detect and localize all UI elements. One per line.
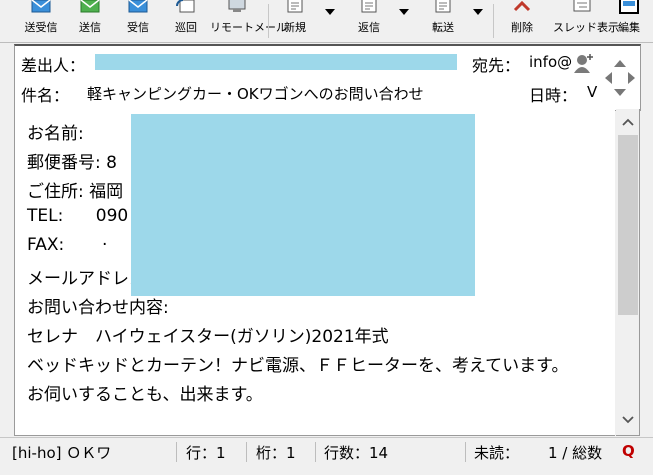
patrol-button[interactable]: 巡回 bbox=[166, 0, 206, 42]
status-bar: [hi-ho] ＯＫワ 行：1 桁：1 行数：14 未読： 1 / 総数 Q bbox=[0, 437, 653, 475]
scroll-up-icon[interactable] bbox=[621, 117, 635, 127]
send-label: 送信 bbox=[79, 21, 101, 34]
send-button[interactable]: 送信 bbox=[70, 0, 110, 42]
new-mail-label: 新規 bbox=[284, 21, 306, 34]
remote-mail-label: リモートメール bbox=[210, 21, 287, 34]
status-row: 行：1 bbox=[186, 444, 226, 462]
thread-view-icon bbox=[573, 0, 591, 12]
status-separator bbox=[465, 442, 466, 462]
status-separator bbox=[176, 442, 177, 462]
status-count: 1 / 総数 bbox=[548, 444, 603, 462]
delete-label: 削除 bbox=[511, 21, 533, 34]
edit-icon bbox=[619, 0, 639, 14]
body-line: ご住所: 福岡 bbox=[27, 182, 124, 202]
delete-icon bbox=[513, 0, 531, 12]
scroll-down-icon[interactable] bbox=[621, 415, 635, 425]
patrol-icon bbox=[176, 0, 195, 13]
message-header: 差出人： 宛先： info@ 件名： 軽キャンピングカー・OKワゴンへのお問い合… bbox=[14, 44, 641, 111]
delete-button[interactable]: 削除 bbox=[502, 0, 542, 42]
new-mail-dropdown-icon[interactable] bbox=[325, 9, 335, 15]
send-receive-icon bbox=[31, 0, 51, 13]
message-nav-arrows-icon[interactable] bbox=[603, 58, 637, 98]
send-receive-button[interactable]: 送受信 bbox=[18, 0, 64, 42]
forward-dropdown-icon[interactable] bbox=[473, 9, 483, 15]
status-separator bbox=[315, 442, 316, 462]
toolbar: 送受信 送信 受信 巡回 リモートメール 新規 返信 転送 削除 スレッド表示 … bbox=[0, 0, 653, 43]
q-logo-icon: Q bbox=[622, 442, 635, 460]
remote-mail-button[interactable]: リモートメール bbox=[210, 0, 287, 42]
edit-button[interactable]: 編集 bbox=[612, 0, 646, 42]
scrollbar-thumb[interactable] bbox=[618, 135, 638, 315]
receive-icon bbox=[128, 0, 148, 13]
new-mail-button[interactable]: 新規 bbox=[274, 0, 316, 42]
body-line: お問い合わせ内容: bbox=[27, 298, 169, 318]
redacted-personal-info bbox=[131, 114, 475, 296]
date-label: 日時： bbox=[529, 86, 578, 105]
forward-label: 転送 bbox=[432, 21, 454, 34]
edit-label: 編集 bbox=[618, 21, 640, 34]
reply-label: 返信 bbox=[358, 21, 380, 34]
from-label: 差出人： bbox=[21, 56, 86, 75]
message-body[interactable]: お名前: 郵便番号: 8 ご住所: 福岡 TEL: 090 FAX: · メール… bbox=[14, 109, 615, 436]
status-line-count: 行数：14 bbox=[324, 444, 389, 462]
body-line: お名前: bbox=[27, 124, 84, 144]
patrol-label: 巡回 bbox=[175, 21, 197, 34]
forward-icon bbox=[435, 0, 451, 13]
date-value: V bbox=[587, 83, 598, 101]
subject-value: 軽キャンピングカー・OKワゴンへのお問い合わせ bbox=[87, 85, 424, 103]
redacted-sender bbox=[95, 54, 457, 70]
forward-button[interactable]: 転送 bbox=[422, 0, 464, 42]
body-line: 郵便番号: 8 bbox=[27, 153, 117, 173]
reply-dropdown-icon[interactable] bbox=[399, 9, 409, 15]
body-line: お伺いすることも、出来ます。 bbox=[27, 385, 263, 405]
remote-mail-icon bbox=[228, 0, 246, 12]
receive-button[interactable]: 受信 bbox=[118, 0, 158, 42]
status-separator bbox=[246, 442, 247, 462]
receive-label: 受信 bbox=[127, 21, 149, 34]
reply-icon bbox=[361, 0, 377, 13]
status-col: 桁：1 bbox=[256, 444, 296, 462]
reply-button[interactable]: 返信 bbox=[348, 0, 390, 42]
send-receive-label: 送受信 bbox=[24, 21, 58, 34]
toolbar-separator bbox=[493, 4, 494, 38]
body-line: FAX: · bbox=[27, 235, 108, 255]
address-book-icon[interactable] bbox=[573, 52, 595, 74]
thread-view-button[interactable]: スレッド表示 bbox=[553, 0, 619, 42]
status-account: [hi-ho] ＯＫワ bbox=[12, 444, 112, 462]
thread-view-label: スレッド表示 bbox=[553, 21, 619, 34]
to-value: info@ bbox=[529, 53, 573, 71]
status-unread: 未読： bbox=[474, 444, 520, 462]
subject-label: 件名： bbox=[21, 86, 70, 105]
to-label: 宛先： bbox=[472, 56, 521, 75]
vertical-scrollbar[interactable] bbox=[616, 109, 640, 436]
new-mail-icon bbox=[287, 0, 303, 13]
body-line: ベッドキッドとカーテン！ナビ電源、ＦＦヒーターを、考えています。 bbox=[27, 356, 569, 376]
toolbar-separator bbox=[268, 4, 269, 38]
body-line: メールアドレス bbox=[27, 269, 146, 289]
body-line: セレナ ハイウェイスター(ガソリン)2021年式 bbox=[27, 327, 389, 347]
send-icon bbox=[80, 0, 100, 13]
body-line: TEL: 090 bbox=[27, 206, 129, 226]
